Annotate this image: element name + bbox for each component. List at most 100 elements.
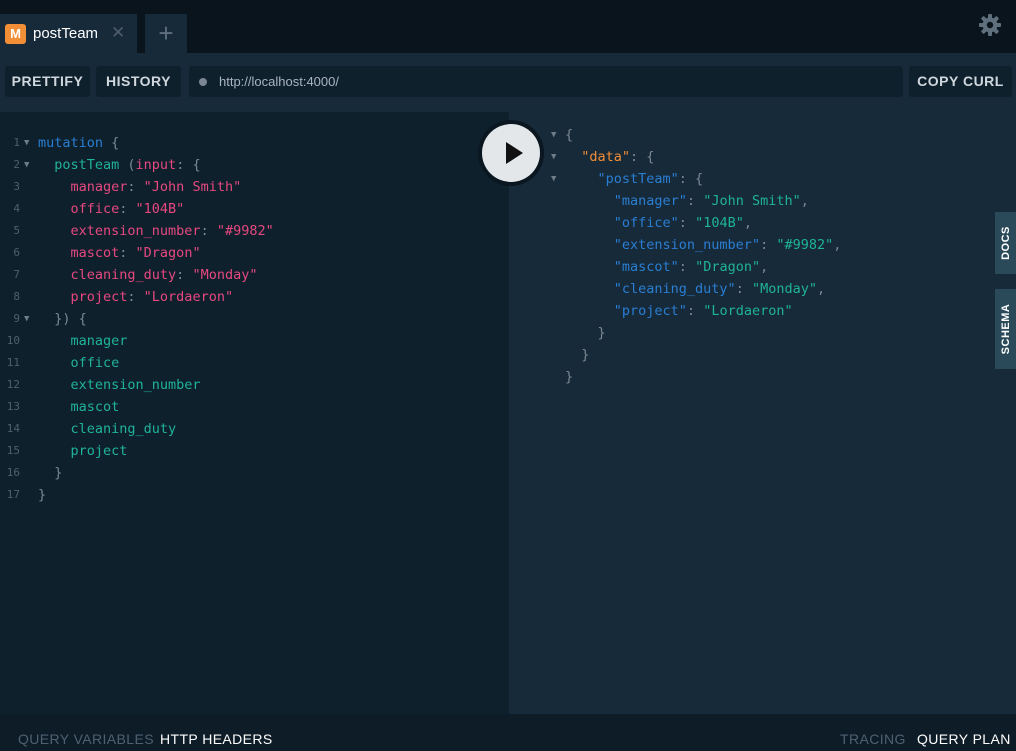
code-text: mascot (38, 399, 120, 415)
editor-line: 2 ▼ postTeam (input: { (0, 154, 509, 176)
line-number: 3 (13, 180, 20, 193)
code-text: project: "Lordaeron" (38, 289, 234, 305)
line-number: 15 (6, 444, 20, 457)
editor-line: 15 project (0, 440, 509, 462)
result-line: "cleaning_duty": "Monday", (509, 278, 989, 300)
result-text: { (565, 127, 574, 143)
editor-line: 10 manager (0, 330, 509, 352)
endpoint-url-text: http://localhost:4000/ (219, 74, 339, 89)
line-number: 4 (13, 202, 20, 215)
gear-icon[interactable] (978, 13, 1002, 37)
chevron-down-icon[interactable]: ▼ (24, 308, 29, 330)
result-text: } (565, 369, 574, 385)
code-text: manager: "John Smith" (38, 179, 242, 195)
run-query-button[interactable] (478, 120, 544, 186)
code-text: office (38, 355, 120, 371)
code-text: extension_number: "#9982" (38, 223, 274, 239)
editor-line: 3 manager: "John Smith" (0, 176, 509, 198)
prettify-button[interactable]: PRETTIFY (5, 66, 90, 97)
result-text: "mascot": "Dragon", (565, 259, 769, 275)
result-line: ▼ "postTeam": { (509, 168, 989, 190)
result-line: "project": "Lordaeron" (509, 300, 989, 322)
editor-line: 5 extension_number: "#9982" (0, 220, 509, 242)
close-icon[interactable]: ✕ (111, 23, 125, 43)
code-text: mascot: "Dragon" (38, 245, 201, 261)
history-button[interactable]: HISTORY (96, 66, 181, 97)
copy-curl-button[interactable]: COPY CURL (909, 66, 1012, 97)
result-text: "postTeam": { (565, 171, 704, 187)
docs-tab-label: DOCS (999, 226, 1012, 260)
code-text: } (38, 465, 63, 481)
code-text: cleaning_duty (38, 421, 177, 437)
line-number: 16 (6, 466, 20, 479)
result-line: } (509, 322, 989, 344)
query-editor[interactable]: 1 ▼ mutation { 2 ▼ postTeam (input: { 3 manag… (0, 112, 509, 714)
editor-line: 12 extension_number (0, 374, 509, 396)
result-text: "manager": "John Smith", (565, 193, 809, 209)
code-text: postTeam (input: { (38, 157, 201, 173)
play-icon (506, 142, 523, 164)
line-number: 2 (13, 158, 20, 171)
line-number: 13 (6, 400, 20, 413)
chevron-down-icon[interactable]: ▼ (551, 146, 556, 168)
line-number: 6 (13, 246, 20, 259)
line-number: 11 (6, 356, 20, 369)
result-text: "extension_number": "#9982", (565, 237, 842, 253)
result-line: } (509, 344, 989, 366)
editor-line: 14 cleaning_duty (0, 418, 509, 440)
query-variables-tab[interactable]: QUERY VARIABLES (18, 731, 154, 747)
chevron-down-icon[interactable]: ▼ (551, 168, 556, 190)
line-number: 12 (6, 378, 20, 391)
code-text: manager (38, 333, 128, 349)
result-text: "office": "104B", (565, 215, 752, 231)
editor-line: 17} (0, 484, 509, 506)
result-line: "manager": "John Smith", (509, 190, 989, 212)
line-number: 17 (6, 488, 20, 501)
editor-line: 9 ▼ }) { (0, 308, 509, 330)
editor-line: 7 cleaning_duty: "Monday" (0, 264, 509, 286)
editor-line: 4 office: "104B" (0, 198, 509, 220)
schema-tab[interactable]: SCHEMA (995, 289, 1016, 369)
chevron-down-icon[interactable]: ▼ (551, 124, 556, 146)
play-button-face (482, 124, 540, 182)
chevron-down-icon[interactable]: ▼ (24, 132, 29, 154)
code-text: office: "104B" (38, 201, 185, 217)
query-plan-tab[interactable]: QUERY PLAN (917, 731, 1011, 747)
line-number: 14 (6, 422, 20, 435)
footer-bar: QUERY VARIABLES HTTP HEADERS TRACING QUE… (0, 714, 1016, 751)
result-line: ▼{ (509, 124, 989, 146)
tab-label: postTeam (33, 25, 99, 42)
result-line: "extension_number": "#9982", (509, 234, 989, 256)
code-text: extension_number (38, 377, 201, 393)
code-text: } (38, 487, 47, 503)
line-number: 5 (13, 224, 20, 237)
result-line: "office": "104B", (509, 212, 989, 234)
line-number: 8 (13, 290, 20, 303)
line-number: 1 (13, 136, 20, 149)
editor-line: 6 mascot: "Dragon" (0, 242, 509, 264)
chevron-down-icon[interactable]: ▼ (24, 154, 29, 176)
result-text: "cleaning_duty": "Monday", (565, 281, 826, 297)
editor-line: 8 project: "Lordaeron" (0, 286, 509, 308)
editor-line: 1 ▼ mutation { (0, 132, 509, 154)
tab-postteam[interactable]: M postTeam ✕ (0, 14, 137, 53)
code-text: cleaning_duty: "Monday" (38, 267, 258, 283)
toolbar: PRETTIFY HISTORY http://localhost:4000/ … (0, 53, 1016, 112)
code-text: }) { (38, 311, 87, 327)
endpoint-url-input[interactable]: http://localhost:4000/ (189, 66, 903, 97)
result-line: } (509, 366, 989, 388)
schema-tab-label: SCHEMA (999, 303, 1012, 355)
editor-line: 13 mascot (0, 396, 509, 418)
line-number: 7 (13, 268, 20, 281)
editor-line: 16 } (0, 462, 509, 484)
docs-tab[interactable]: DOCS (995, 212, 1016, 274)
status-dot-icon (199, 78, 207, 86)
code-text: mutation { (38, 135, 120, 151)
code-text: project (38, 443, 128, 459)
editor-line: 11 office (0, 352, 509, 374)
http-headers-tab[interactable]: HTTP HEADERS (160, 731, 273, 747)
tracing-tab[interactable]: TRACING (840, 731, 906, 747)
add-tab-button[interactable]: + (145, 14, 187, 53)
result-text: "project": "Lordaeron" (565, 303, 793, 319)
result-line: ▼ "data": { (509, 146, 989, 168)
